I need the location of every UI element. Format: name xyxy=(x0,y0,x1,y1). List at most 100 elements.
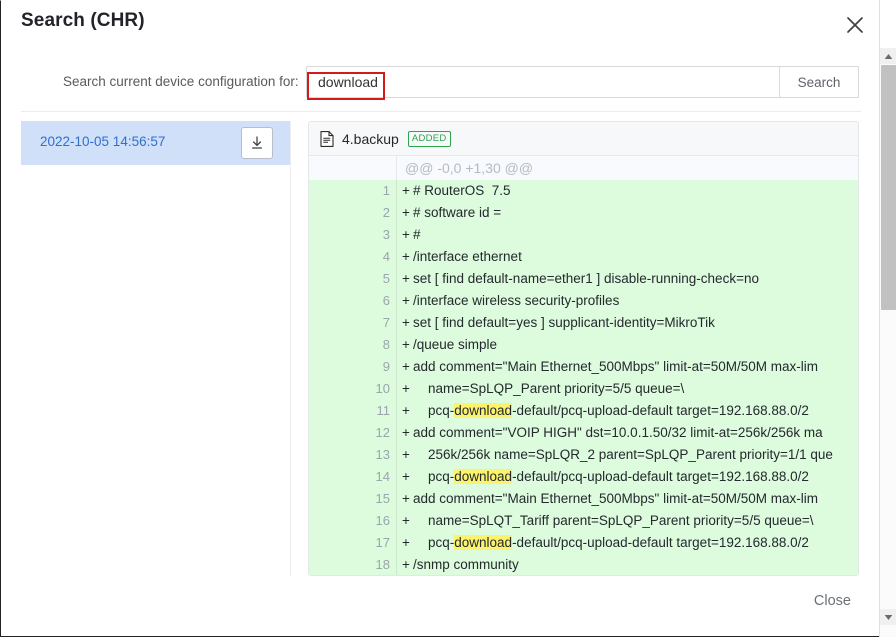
diff-panel: 4.backup ADDED @@ -0,0 +1,30 @@ 1 + # Rout… xyxy=(308,121,859,576)
search-dialog: Search (CHR) Search current device confi… xyxy=(0,0,879,637)
diff-line-text: # xyxy=(413,227,421,242)
diff-line-marker: + xyxy=(402,513,410,528)
search-button[interactable]: Search xyxy=(779,66,859,98)
close-button[interactable]: Close xyxy=(808,592,857,610)
dialog-header: Search (CHR) xyxy=(1,1,879,49)
page-root: Search (CHR) Search current device confi… xyxy=(0,0,896,637)
diff-line-marker: + xyxy=(402,491,410,506)
diff-line: 13 + 256k/256k name=SpLQR_2 parent=SpLQP_… xyxy=(309,444,858,466)
diff-line-number: 18 xyxy=(309,554,397,575)
diff-line-marker: + xyxy=(402,249,410,264)
diff-line-marker: + xyxy=(402,535,410,550)
diff-line-marker: + xyxy=(402,205,410,220)
search-match-highlight: download xyxy=(454,535,513,550)
diff-line-marker: + xyxy=(402,293,410,308)
search-match-highlight: download xyxy=(454,403,513,418)
diff-line-marker: + xyxy=(402,381,410,396)
diff-line-text: /interface ethernet xyxy=(413,249,522,264)
diff-line: 9 + add comment="Main Ethernet_500Mbps" li… xyxy=(309,356,858,378)
diff-line-number: 3 xyxy=(309,224,397,246)
diff-line-text: /queue simple xyxy=(413,337,498,352)
diff-line-text: pcq-download-default/pcq-upload-default … xyxy=(413,469,809,484)
diff-line: 17 + pcq-download-default/pcq-upload-defa… xyxy=(309,532,858,554)
diff-line: 5 + set [ find default-name=ether1 ] disab… xyxy=(309,268,858,290)
status-badge: ADDED xyxy=(407,130,451,147)
snapshot-timestamp: 2022-10-05 14:56:57 xyxy=(40,134,166,149)
diff-line: 14 + pcq-download-default/pcq-upload-defa… xyxy=(309,466,858,488)
close-icon[interactable] xyxy=(838,8,872,42)
diff-line-marker: + xyxy=(402,183,410,198)
diff-hunk-header: @@ -0,0 +1,30 @@ xyxy=(309,156,858,180)
search-input-wrap: Search xyxy=(306,66,859,98)
diff-line-number: 14 xyxy=(309,466,397,488)
diff-line: 12 + add comment="VOIP HIGH" dst=10.0.1.50… xyxy=(309,422,858,444)
diff-line-number: 11 xyxy=(309,400,397,422)
diff-line-text: # software id = xyxy=(413,205,502,220)
file-document-icon xyxy=(320,130,334,147)
dialog-content: 2022-10-05 14:56:57 4.backup ADDED @@ -0… xyxy=(1,113,879,579)
diff-line-number: 10 xyxy=(309,378,397,400)
diff-line-text: # RouterOS 7.5 xyxy=(413,183,511,198)
diff-line-number: 4 xyxy=(309,246,397,268)
diff-line-number: 16 xyxy=(309,510,397,532)
search-input[interactable] xyxy=(307,67,779,97)
sidebar-item-snapshot[interactable]: 2022-10-05 14:56:57 xyxy=(21,121,290,165)
diff-line: 2 + # software id = xyxy=(309,202,858,224)
diff-line-text: add comment="VOIP HIGH" dst=10.0.1.50/32… xyxy=(413,425,823,440)
diff-line-marker: + xyxy=(402,315,410,330)
diff-body[interactable]: @@ -0,0 +1,30 @@ 1 + # RouterOS 7.5 2 + # sof… xyxy=(309,156,858,575)
diff-line-text: add comment="Main Ethernet_500Mbps" limi… xyxy=(413,359,818,374)
diff-line-number: 8 xyxy=(309,334,397,356)
diff-line-text: /interface wireless security-profiles xyxy=(413,293,620,308)
diff-line-number: 7 xyxy=(309,312,397,334)
diff-line-number: 6 xyxy=(309,290,397,312)
download-icon[interactable] xyxy=(241,127,273,159)
diff-line-marker: + xyxy=(402,403,410,418)
diff-line-text: 256k/256k name=SpLQR_2 parent=SpLQP_Pare… xyxy=(413,447,833,462)
search-label: Search current device configuration for: xyxy=(63,74,299,89)
diff-line-number: 1 xyxy=(309,180,397,202)
diff-line-text: pcq-download-default/pcq-upload-default … xyxy=(413,403,809,418)
diff-line: 4 +/interface ethernet xyxy=(309,246,858,268)
diff-line: 16 + name=SpLQT_Tariff parent=SpLQP_Paren… xyxy=(309,510,858,532)
diff-line-number: 12 xyxy=(309,422,397,444)
diff-line-marker: + xyxy=(402,227,410,242)
diff-file-header: 4.backup ADDED xyxy=(309,122,858,156)
diff-line-text: pcq-download-default/pcq-upload-default … xyxy=(413,535,809,550)
search-match-highlight: download xyxy=(454,469,513,484)
diff-line-number: 13 xyxy=(309,444,397,466)
diff-line-marker: + xyxy=(402,425,410,440)
diff-line-marker: + xyxy=(402,447,410,462)
diff-line: 15 + add comment="Main Ethernet_500Mbps" l… xyxy=(309,488,858,510)
diff-line: 3 + # xyxy=(309,224,858,246)
scroll-down-arrow-icon[interactable] xyxy=(880,609,896,625)
scrollbar-thumb[interactable] xyxy=(881,65,896,310)
diff-line-text: set [ find default-name=ether1 ] disable… xyxy=(413,271,759,286)
diff-line-marker: + xyxy=(402,337,410,352)
page-title: Search (CHR) xyxy=(21,10,145,31)
diff-line-number: 9 xyxy=(309,356,397,378)
diff-line-marker: + xyxy=(402,359,410,374)
scroll-up-arrow-icon[interactable] xyxy=(880,48,896,64)
diff-line: 18 +/snmp community xyxy=(309,554,858,575)
diff-line-marker: + xyxy=(402,469,410,484)
diff-line-list: 1 + # RouterOS 7.5 2 + # software id = 3 + #4 +/i… xyxy=(309,180,858,575)
search-row: Search current device configuration for:… xyxy=(1,63,879,111)
diff-line-text: set [ find default=yes ] supplicant-iden… xyxy=(413,315,715,330)
scrollbar-track-top xyxy=(880,0,896,48)
snapshot-sidebar: 2022-10-05 14:56:57 xyxy=(21,121,291,576)
diff-line-marker: + xyxy=(402,271,410,286)
diff-line: 1 + # RouterOS 7.5 xyxy=(309,180,858,202)
hunk-header-text: @@ -0,0 +1,30 @@ xyxy=(405,160,534,176)
diff-line-number: 17 xyxy=(309,532,397,554)
diff-line-text: name=SpLQT_Tariff parent=SpLQP_Parent pr… xyxy=(413,513,814,528)
header-divider xyxy=(21,111,861,112)
diff-line-text: /snmp community xyxy=(413,557,519,572)
diff-line: 8 +/queue simple xyxy=(309,334,858,356)
hunk-gutter xyxy=(309,156,397,180)
diff-line-text: add comment="Main Ethernet_500Mbps" limi… xyxy=(413,491,818,506)
page-scrollbar[interactable] xyxy=(879,0,896,637)
diff-line: 10 + name=SpLQP_Parent priority=5/5 queue… xyxy=(309,378,858,400)
diff-line: 11 + pcq-download-default/pcq-upload-defa… xyxy=(309,400,858,422)
diff-file-name: 4.backup xyxy=(342,130,399,147)
